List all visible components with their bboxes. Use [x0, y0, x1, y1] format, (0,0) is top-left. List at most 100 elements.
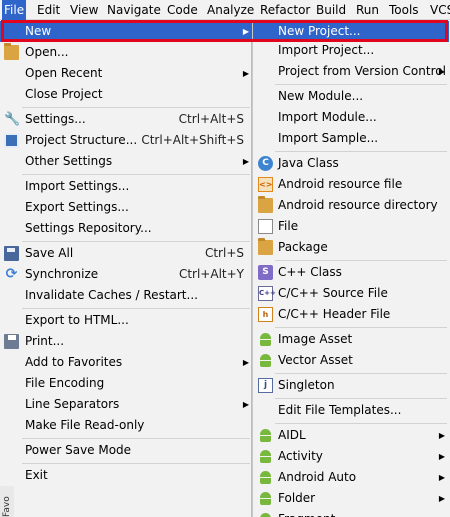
menu-file[interactable]: File: [2, 0, 27, 20]
sync-icon: ⟳: [5, 266, 18, 282]
menu-item-new[interactable]: New ▶: [0, 21, 252, 42]
menu-analyze[interactable]: Analyze: [205, 0, 256, 20]
submenu-item-import-module[interactable]: Import Module...: [253, 107, 449, 128]
menu-separator: [275, 84, 447, 85]
cpp-class-icon: S: [258, 265, 273, 280]
menu-item-open-recent[interactable]: Open Recent ▶: [0, 63, 252, 84]
menu-edit[interactable]: Edit: [35, 0, 62, 20]
menu-item-power-save-mode[interactable]: Power Save Mode: [0, 440, 252, 461]
submenu-item-file[interactable]: File: [253, 216, 449, 237]
menu-item-settings-repository[interactable]: Settings Repository...: [0, 218, 252, 239]
menu-item-label: Print...: [25, 334, 65, 348]
menu-item-label: Import Sample...: [278, 131, 379, 145]
menu-item-invalidate-caches[interactable]: Invalidate Caches / Restart...: [0, 285, 252, 306]
submenu-item-import-project[interactable]: Import Project...: [253, 40, 449, 61]
menu-item-label: C++ Class: [278, 265, 342, 279]
submenu-item-cpp-source-file[interactable]: C++ C/C++ Source File: [253, 283, 449, 304]
resource-file-icon: <>: [258, 177, 273, 192]
submenu-item-java-class[interactable]: C Java Class: [253, 153, 449, 174]
menu-item-label: Android Auto: [278, 470, 357, 484]
menu-item-add-to-favorites[interactable]: Add to Favorites ▶: [0, 352, 252, 373]
menu-item-close-project[interactable]: Close Project: [0, 84, 252, 105]
menu-item-label: Import Project...: [278, 43, 375, 57]
menu-item-label: Make File Read-only: [25, 418, 145, 432]
menu-separator: [22, 107, 250, 108]
submenu-item-singleton[interactable]: j Singleton: [253, 375, 449, 396]
menu-item-settings[interactable]: 🔧 Settings... Ctrl+Alt+S: [0, 109, 252, 130]
submenu-item-cpp-class[interactable]: S C++ Class: [253, 262, 449, 283]
menu-separator: [22, 438, 250, 439]
menu-build[interactable]: Build: [314, 0, 348, 20]
menu-item-label: Other Settings: [25, 154, 113, 168]
menu-separator: [275, 151, 447, 152]
package-icon: [258, 238, 273, 255]
menu-item-project-structure[interactable]: Project Structure... Ctrl+Alt+Shift+S: [0, 130, 252, 151]
submenu-item-import-sample[interactable]: Import Sample...: [253, 128, 449, 149]
menu-item-label: Import Settings...: [25, 179, 130, 193]
menu-item-file-encoding[interactable]: File Encoding: [0, 373, 252, 394]
menu-item-synchronize[interactable]: ⟳ Synchronize Ctrl+Alt+Y: [0, 264, 252, 285]
submenu-item-fragment[interactable]: Fragment ▶: [253, 509, 449, 517]
android-icon: [258, 353, 273, 368]
menu-item-label: Java Class: [278, 156, 339, 170]
menu-item-label: Android resource directory: [278, 198, 438, 212]
submenu-item-new-module[interactable]: New Module...: [253, 86, 449, 107]
menu-item-label: File: [278, 219, 299, 233]
submenu-item-aidl[interactable]: AIDL ▶: [253, 425, 449, 446]
android-icon: [258, 332, 273, 347]
submenu-arrow-icon: ▶: [438, 67, 445, 76]
submenu-item-image-asset[interactable]: Image Asset: [253, 329, 449, 350]
menu-run[interactable]: Run: [354, 0, 381, 20]
submenu-item-edit-file-templates[interactable]: Edit File Templates...: [253, 400, 449, 421]
submenu-item-android-resource-directory[interactable]: Android resource directory: [253, 195, 449, 216]
menu-item-import-settings[interactable]: Import Settings...: [0, 176, 252, 197]
menu-item-save-all[interactable]: Save All Ctrl+S: [0, 243, 252, 264]
menu-item-label: New Project...: [278, 24, 361, 38]
save-icon: [4, 246, 19, 261]
submenu-arrow-icon: ▶: [242, 27, 249, 36]
shortcut-label: Ctrl+Alt+Y: [178, 267, 244, 281]
submenu-arrow-icon: ▶: [438, 473, 445, 482]
cpp-source-icon: C++: [258, 286, 276, 301]
menu-item-make-read-only[interactable]: Make File Read-only: [0, 415, 252, 436]
submenu-item-folder[interactable]: Folder ▶: [253, 488, 449, 509]
file-icon: [258, 219, 273, 234]
menu-item-export-settings[interactable]: Export Settings...: [0, 197, 252, 218]
menu-item-label: Exit: [25, 468, 48, 482]
submenu-item-activity[interactable]: Activity ▶: [253, 446, 449, 467]
menu-view[interactable]: View: [68, 0, 100, 20]
project-structure-icon: [4, 133, 19, 148]
submenu-item-android-auto[interactable]: Android Auto ▶: [253, 467, 449, 488]
menu-navigate[interactable]: Navigate: [105, 0, 163, 20]
menu-item-export-html[interactable]: Export to HTML...: [0, 310, 252, 331]
submenu-item-project-from-vcs[interactable]: Project from Version Control ▶: [253, 61, 449, 82]
menu-item-label: Settings Repository...: [25, 221, 152, 235]
submenu-item-android-resource-file[interactable]: <> Android resource file: [253, 174, 449, 195]
submenu-arrow-icon: ▶: [242, 358, 249, 367]
menu-item-label: Close Project: [25, 87, 103, 101]
menu-item-label: Open Recent: [25, 66, 103, 80]
submenu-item-vector-asset[interactable]: Vector Asset: [253, 350, 449, 371]
java-class-icon: C: [258, 156, 273, 171]
menu-separator: [22, 174, 250, 175]
submenu-item-new-project[interactable]: New Project...: [253, 21, 449, 42]
menu-item-line-separators[interactable]: Line Separators ▶: [0, 394, 252, 415]
submenu-item-package[interactable]: Package: [253, 237, 449, 258]
menu-separator: [275, 260, 447, 261]
android-icon: [258, 449, 273, 464]
android-icon: [258, 428, 273, 443]
new-submenu: New Project... Import Project... Project…: [252, 20, 450, 517]
menu-item-open[interactable]: Open...: [0, 42, 252, 63]
submenu-item-cpp-header-file[interactable]: h C/C++ Header File: [253, 304, 449, 325]
menu-tools[interactable]: Tools: [387, 0, 421, 20]
menu-item-other-settings[interactable]: Other Settings ▶: [0, 151, 252, 172]
menu-item-print[interactable]: Print...: [0, 331, 252, 352]
menu-code[interactable]: Code: [165, 0, 200, 20]
menu-vcs[interactable]: VCS: [428, 0, 450, 20]
favorites-side-tab[interactable]: Favo: [0, 486, 14, 517]
menu-item-label: File Encoding: [25, 376, 105, 390]
menu-refactor[interactable]: Refactor: [258, 0, 312, 20]
menu-item-exit[interactable]: Exit: [0, 465, 252, 486]
menu-item-label: Invalidate Caches / Restart...: [25, 288, 198, 302]
menu-bar: File Edit View Navigate Code Analyze Ref…: [0, 0, 450, 20]
